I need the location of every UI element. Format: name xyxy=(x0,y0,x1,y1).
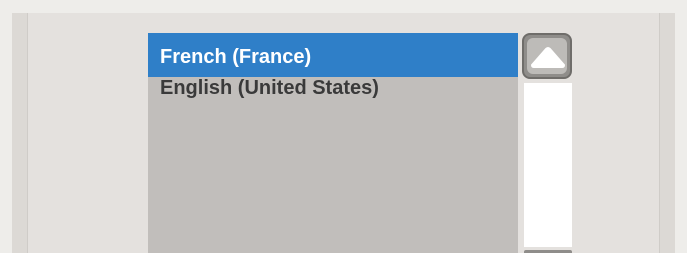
list-item-french-france[interactable]: French (France) xyxy=(148,33,518,77)
list-item-english-united-states[interactable]: English (United States) xyxy=(148,77,518,107)
panel-left-border xyxy=(12,13,28,253)
scroll-up-button[interactable] xyxy=(522,33,572,79)
language-listbox[interactable]: French (France) English (United States) xyxy=(148,33,518,253)
scroll-track[interactable] xyxy=(524,83,572,247)
panel-right-border xyxy=(659,13,675,253)
listbox-scrollbar[interactable] xyxy=(520,33,573,253)
window: French (France) English (United States) xyxy=(0,0,687,253)
chevron-up-icon xyxy=(531,47,565,68)
